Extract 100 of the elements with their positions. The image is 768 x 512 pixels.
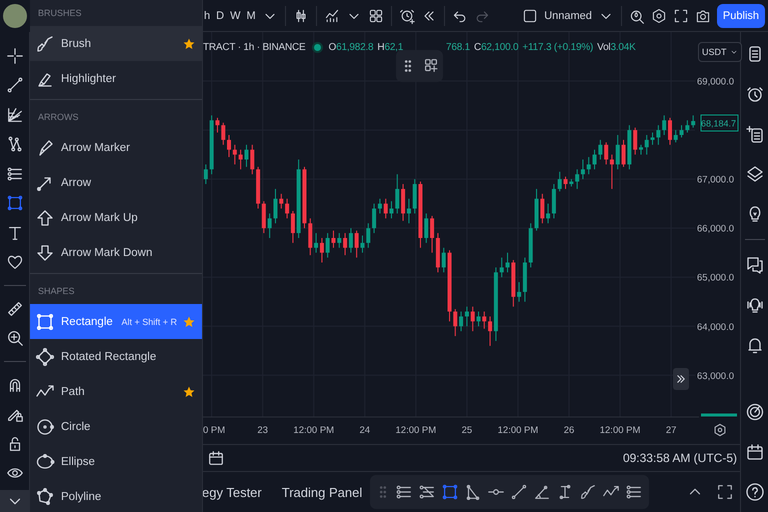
- scroll-right-icon[interactable]: [673, 368, 689, 390]
- settings-icon[interactable]: [714, 424, 726, 436]
- currency-select[interactable]: USDT: [698, 42, 742, 62]
- price-label: 66,000.0: [697, 224, 734, 235]
- caret-icon[interactable]: [0, 490, 29, 512]
- candle: [227, 134, 231, 158]
- menu-item[interactable]: Path: [30, 374, 202, 409]
- time-label: 25: [462, 425, 472, 436]
- candle: [528, 222, 533, 268]
- menu-item[interactable]: Arrow Mark Up: [30, 200, 202, 235]
- ellipse-icon: [35, 452, 55, 472]
- candle: [616, 134, 620, 170]
- item-label: Arrow Mark Up: [61, 212, 139, 224]
- candle: [586, 156, 591, 175]
- item-label: Arrow Mark Down: [61, 246, 154, 258]
- avatar[interactable]: [3, 4, 27, 28]
- volume-bar: [701, 414, 737, 416]
- time-label: 23: [257, 425, 268, 436]
- candle: [366, 222, 370, 248]
- interval-button[interactable]: h: [202, 4, 212, 28]
- menu-item[interactable]: Ellipse: [30, 444, 202, 479]
- time-label: 24: [360, 425, 370, 436]
- candle: [558, 171, 562, 192]
- price-label: 69,000.0: [697, 76, 734, 88]
- candle: [308, 218, 312, 256]
- shortcut-text: Alt + Shift + R: [121, 316, 177, 326]
- ohlc-value: 768.1: [446, 42, 470, 53]
- price-label: 63,000.0: [697, 370, 734, 382]
- item-label: Polyline: [61, 490, 102, 502]
- interval-button[interactable]: W: [228, 4, 242, 28]
- candle: [500, 257, 504, 278]
- rectangle-icon: [35, 312, 55, 332]
- ohlc-value: +117.3 (+0.19%): [522, 42, 594, 53]
- time-label: 12:00 PM: [498, 425, 538, 436]
- status-dot: [314, 44, 320, 51]
- time-label: 26: [564, 425, 574, 436]
- time-label: 0 PM: [203, 425, 226, 436]
- candle: [337, 232, 342, 248]
- menu-item[interactable]: Circle: [30, 409, 202, 444]
- menu-item[interactable]: Arrow: [30, 165, 202, 200]
- interval-button[interactable]: M: [244, 4, 258, 28]
- polyline-icon: [35, 486, 55, 506]
- menu-item[interactable]: Rectangle Alt + Shift + R: [30, 304, 202, 339]
- candle: [633, 127, 638, 156]
- item-label: Circle: [61, 420, 92, 432]
- item-label: Arrow: [61, 176, 92, 188]
- time-label: 12:00 PM: [396, 425, 436, 436]
- star-icon[interactable]: [183, 38, 195, 50]
- menu-item[interactable]: Rotated Rectangle: [30, 339, 202, 374]
- star-icon[interactable]: [183, 316, 195, 328]
- arrow-down-icon: [35, 242, 55, 262]
- menu-item[interactable]: Highlighter: [30, 61, 202, 96]
- candle: [639, 144, 643, 156]
- interval-button[interactable]: D: [214, 4, 226, 28]
- star-icon[interactable]: [183, 386, 195, 398]
- menu-item[interactable]: Brush: [30, 26, 202, 61]
- time-label: 27: [666, 425, 676, 436]
- section-title: BRUSHES: [37, 7, 83, 20]
- arrow-up-icon: [35, 208, 55, 228]
- panel-tab[interactable]: egy Tester: [202, 484, 262, 500]
- clock-time: 09:33:58 AM (UTC-5): [622, 451, 737, 465]
- candle: [204, 164, 208, 185]
- menu-item[interactable]: Polyline: [30, 479, 202, 512]
- item-label: Rotated Rectangle: [61, 350, 158, 362]
- price-label: 67,000.0: [697, 174, 734, 186]
- caret-icon: [730, 48, 738, 56]
- candle: [424, 212, 428, 244]
- item-label: Ellipse: [61, 456, 96, 468]
- panel-tab[interactable]: Trading Panel: [282, 484, 362, 500]
- candle: [232, 144, 237, 165]
- price-label: 65,000.0: [697, 272, 734, 284]
- publish-button[interactable]: Publish: [716, 4, 765, 28]
- last-price-tag: 68,184.7: [700, 114, 738, 132]
- circle-icon: [35, 416, 55, 436]
- add-layout-icon: [422, 57, 440, 75]
- candle: [279, 193, 284, 210]
- item-label: Path: [61, 386, 86, 398]
- candle: [668, 117, 672, 146]
- candle: [221, 122, 226, 146]
- candle: [662, 114, 666, 136]
- section-title: SHAPES: [37, 285, 76, 298]
- layout-name[interactable]: Unnamed: [542, 4, 594, 28]
- ohlc-value: C62,100.0: [474, 42, 518, 53]
- ohlc-value: O61,982.8: [328, 42, 374, 53]
- section-title: ARROWS: [37, 111, 80, 124]
- candle: [691, 114, 696, 128]
- time-label: 12:00 PM: [293, 425, 334, 436]
- menu-item[interactable]: Arrow Marker: [30, 130, 202, 165]
- ohlc-value: Vol3.04K: [597, 42, 636, 53]
- candle: [470, 306, 475, 332]
- item-label: Rectangle: [61, 316, 114, 328]
- candle: [250, 144, 254, 175]
- symbol-title: TRACT · 1h · BINANCE: [203, 42, 306, 53]
- menu-item[interactable]: Arrow Mark Down: [30, 235, 202, 270]
- candle: [395, 174, 400, 214]
- candle: [644, 134, 649, 156]
- item-label: Brush: [61, 38, 92, 50]
- candle: [674, 130, 678, 143]
- item-label: Highlighter: [61, 72, 117, 84]
- item-label: Arrow Marker: [61, 142, 132, 154]
